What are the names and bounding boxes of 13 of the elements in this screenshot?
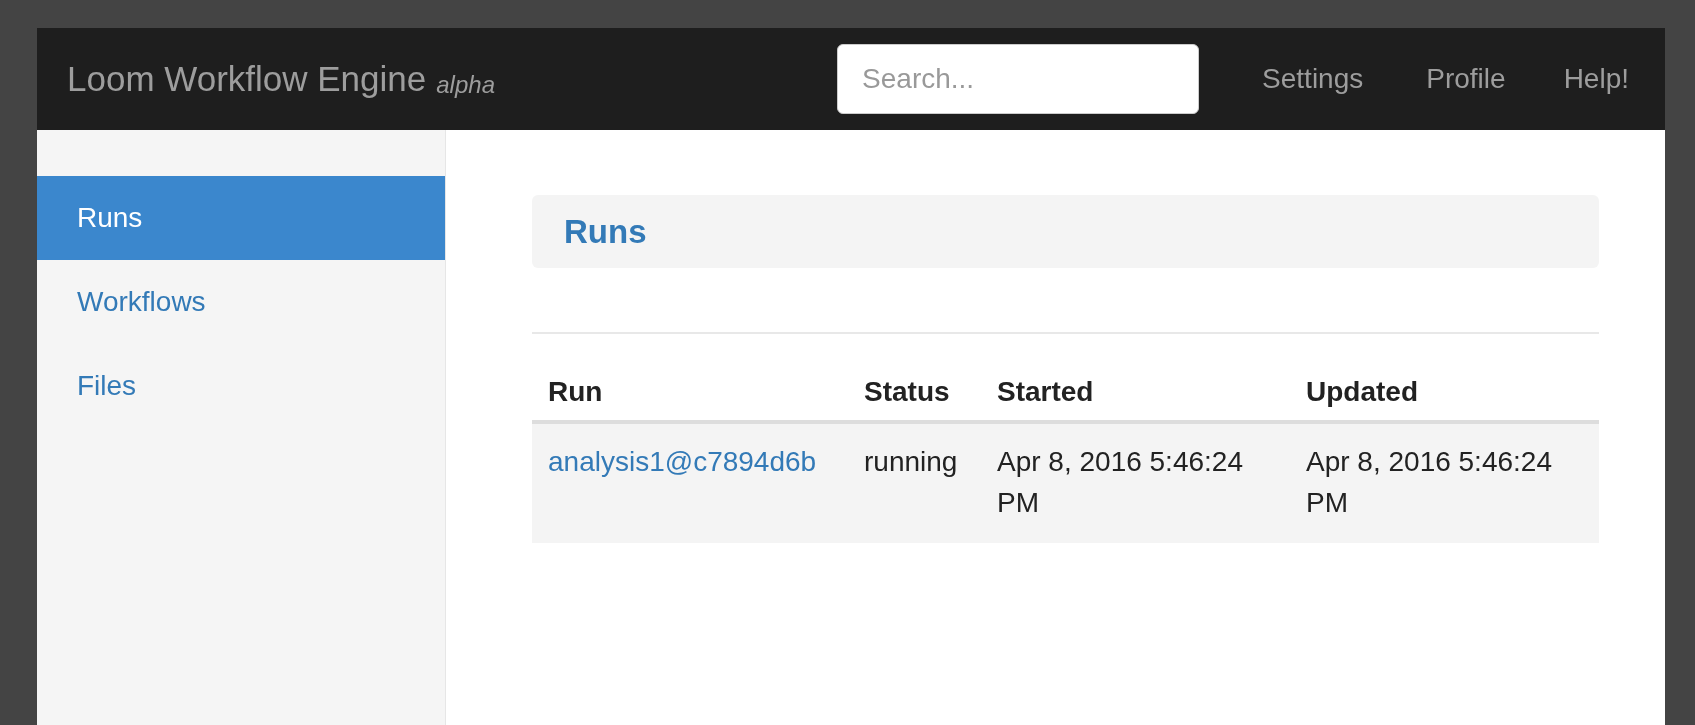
app-title[interactable]: Loom Workflow Engine	[67, 59, 427, 99]
version-tag: alpha	[436, 59, 495, 99]
nav-link[interactable]: Help!	[1563, 63, 1629, 95]
nav-link[interactable]: Profile	[1426, 63, 1506, 95]
sidebar-item[interactable]: Files	[37, 344, 445, 428]
run-link[interactable]: analysis1@c7894d6b	[548, 446, 817, 477]
sidebar-item[interactable]: Runs	[37, 176, 445, 260]
table-cell: Apr 8, 2016 5:46:24 PM	[1290, 422, 1599, 544]
table-cell: Apr 8, 2016 5:46:24 PM	[981, 422, 1290, 544]
sidebar-item[interactable]: Workflows	[37, 260, 445, 344]
page-heading: Runs	[532, 195, 1599, 268]
nav-link[interactable]: Settings	[1262, 63, 1364, 95]
table-cell: running	[848, 422, 981, 544]
